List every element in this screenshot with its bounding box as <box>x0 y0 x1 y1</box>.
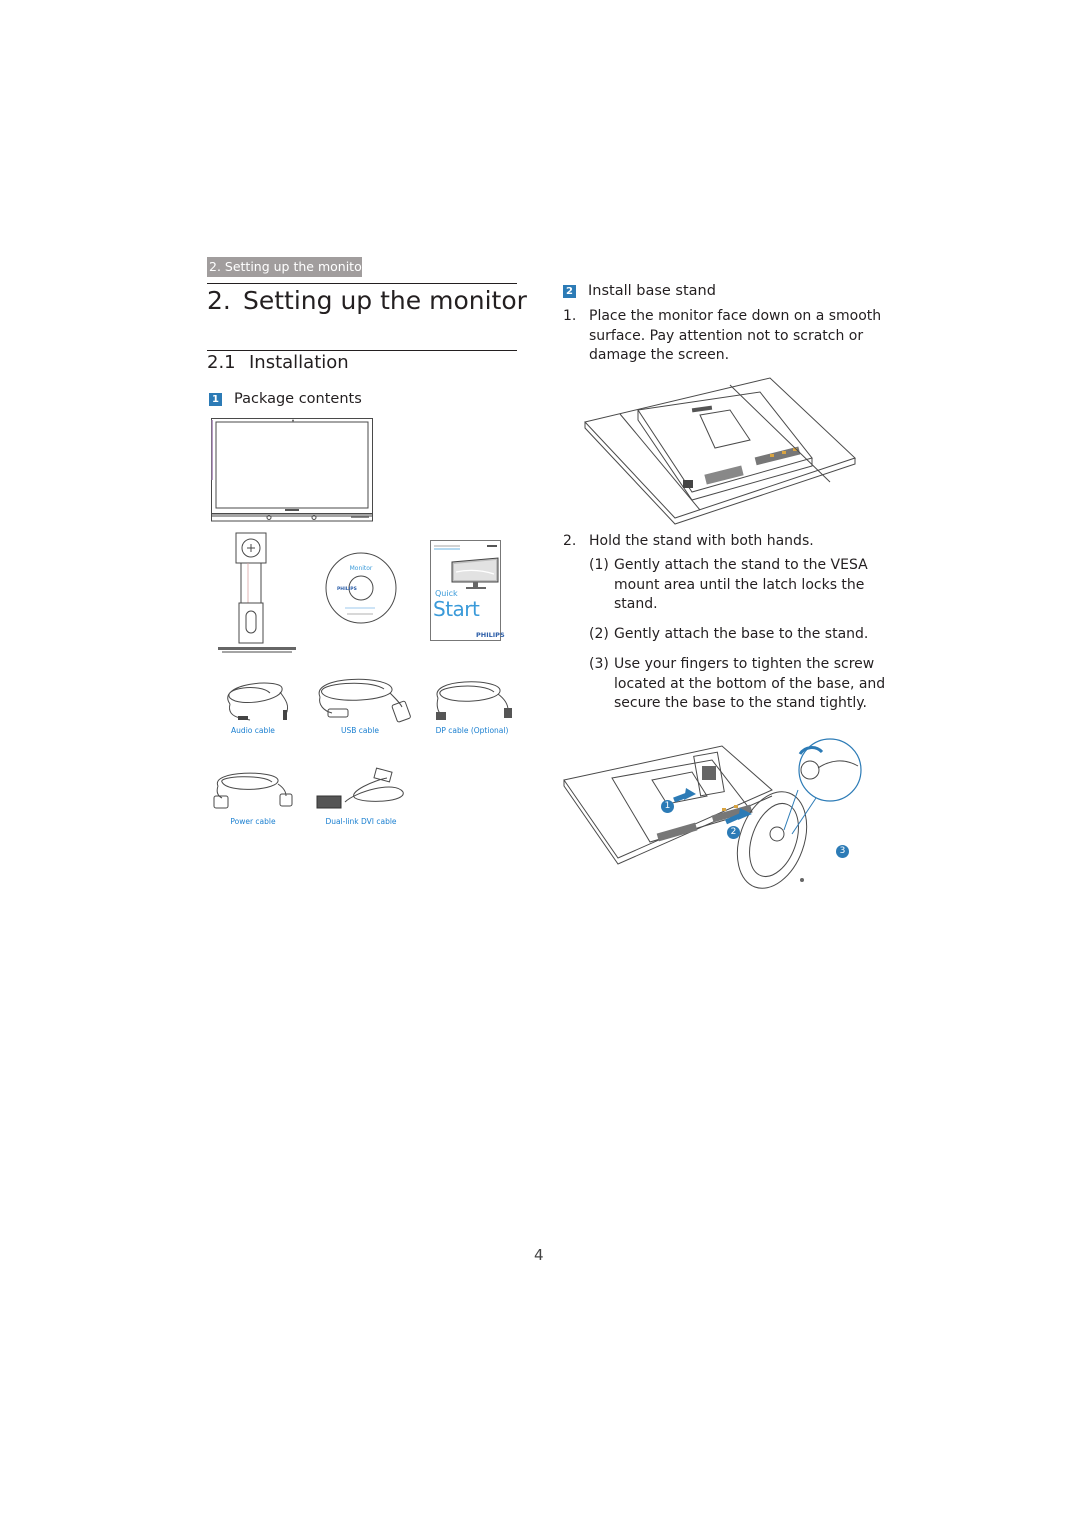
dvi-cable-illustration <box>316 767 404 809</box>
usb-cable-illustration <box>318 678 411 723</box>
step-number: 1. <box>563 308 577 324</box>
section-number: 2.1 <box>207 352 236 373</box>
install-base-stand-title: Install base stand <box>588 283 716 299</box>
cd-label: Monitor <box>350 565 373 572</box>
substep-2: (2) Gently attach the base to the stand. <box>589 625 889 645</box>
step-1: 1. Place the monitor face down on a smoo… <box>563 307 883 366</box>
cd-rom-illustration: Monitor PHILIPS <box>325 552 397 624</box>
caption-usb-cable: USB cable <box>341 726 379 735</box>
caption-power-cable: Power cable <box>230 817 276 826</box>
guide-brand: PHILIPS <box>476 631 505 639</box>
caption-dvi-cable: Dual-link DVI cable <box>325 817 397 826</box>
install-base-stand-heading: 2 Install base stand <box>563 283 716 299</box>
step-line: Hold the stand with both hands. <box>589 533 814 549</box>
substep-line: stand. <box>614 596 658 613</box>
section-title: 2.1 Installation <box>207 352 349 373</box>
package-contents-title: Package contents <box>234 391 362 407</box>
substep-number: (3) <box>589 656 609 672</box>
step-badge: 2 <box>563 285 576 298</box>
monitor-face-down-figure <box>584 377 856 525</box>
substep-line: secure the base to the stand tightly. <box>614 695 867 712</box>
section-title-text: Installation <box>249 352 349 373</box>
start-label: Start <box>433 597 480 621</box>
chapter-title-text: Setting up the monitor <box>243 286 527 315</box>
step-number: 2. <box>563 533 577 549</box>
power-cable-illustration <box>213 772 293 809</box>
substep-line: Gently attach the base to the stand. <box>614 626 869 642</box>
substep-1: (1) Gently attach the stand to the VESA … <box>589 556 889 615</box>
section-rule <box>207 350 517 351</box>
step-line: surface. Pay attention not to scratch or <box>589 327 864 344</box>
stand-illustration <box>218 532 296 653</box>
callout-3: 3 <box>836 845 849 858</box>
step-line: Place the monitor face down on a smooth <box>589 308 882 324</box>
callout-2: 2 <box>727 826 740 839</box>
dp-cable-illustration <box>436 681 512 720</box>
step-line: damage the screen. <box>589 347 730 364</box>
step-badge: 1 <box>209 393 222 406</box>
substep-number: (2) <box>589 626 609 642</box>
substep-line: Gently attach the stand to the VESA <box>614 557 868 573</box>
chapter-number: 2. <box>207 286 231 315</box>
cd-brand: PHILIPS <box>337 586 357 592</box>
caption-audio-cable: Audio cable <box>231 726 275 735</box>
substep-number: (1) <box>589 557 609 573</box>
substep-3: (3) Use your fingers to tighten the scre… <box>589 655 889 714</box>
attach-stand-base-figure <box>563 738 862 889</box>
substep-line: Use your fingers to tighten the screw <box>614 656 875 672</box>
audio-cable-illustration <box>227 682 289 721</box>
substep-line: mount area until the latch locks the <box>614 576 865 593</box>
monitor-illustration <box>211 418 373 522</box>
chapter-rule <box>207 283 517 284</box>
caption-dp-cable: DP cable (Optional) <box>435 726 509 735</box>
chapter-title: 2. Setting up the monitor <box>207 286 527 315</box>
callout-1: 1 <box>661 800 674 813</box>
package-contents-heading: 1 Package contents <box>209 391 362 407</box>
step-2: 2. Hold the stand with both hands. <box>563 532 883 552</box>
running-header: 2. Setting up the monitor <box>207 257 367 277</box>
substep-line: located at the bottom of the base, and <box>614 675 886 692</box>
page-number: 4 <box>534 1246 544 1264</box>
